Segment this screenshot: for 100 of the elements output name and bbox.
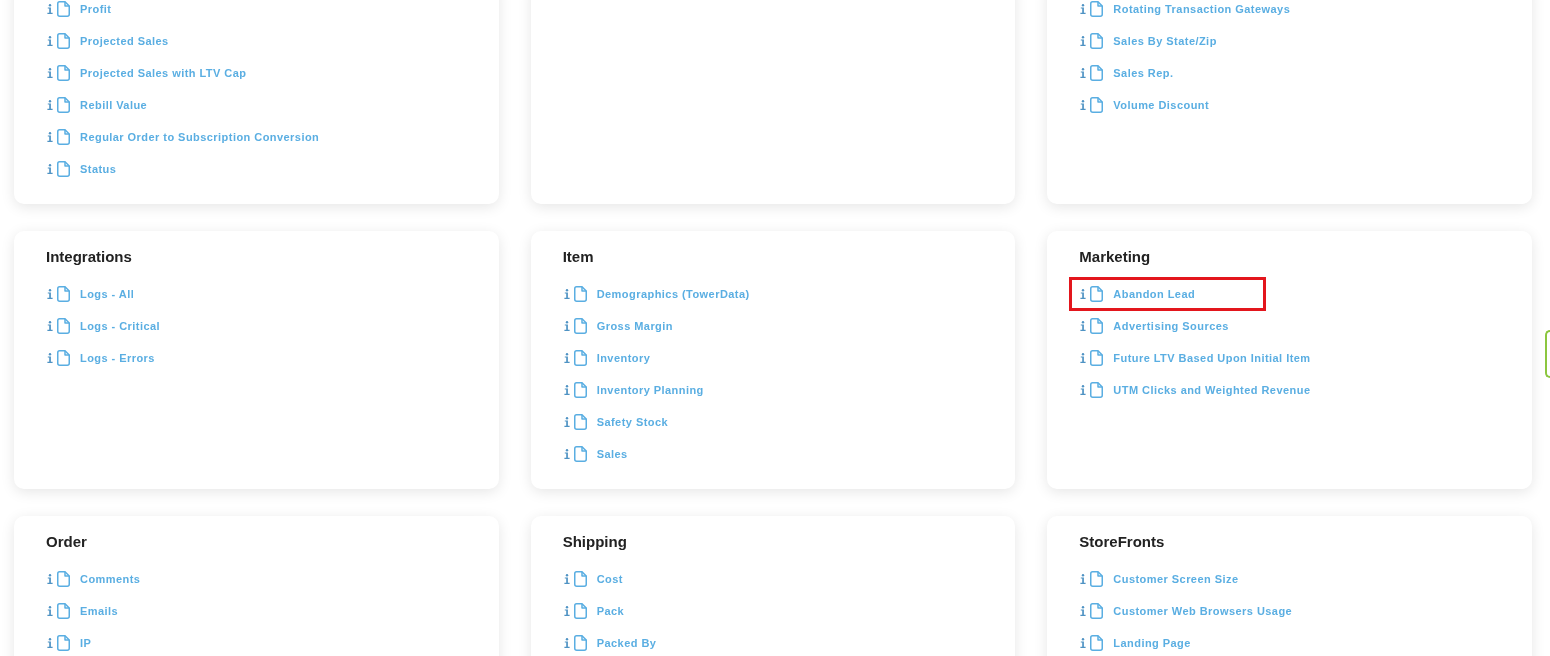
report-link[interactable]: Sales By State/Zip (1113, 33, 1217, 49)
info-icon[interactable] (563, 449, 570, 459)
document-icon (1090, 382, 1104, 398)
info-icon[interactable] (1080, 36, 1087, 46)
category-title: Order (46, 532, 87, 552)
report-link[interactable]: Customer Screen Size (1113, 571, 1239, 587)
document-icon (1090, 635, 1104, 651)
document-icon (57, 350, 70, 366)
document-icon (57, 65, 70, 81)
report-link[interactable]: Rebill Value (80, 97, 148, 113)
document-icon (1090, 350, 1104, 366)
info-icon[interactable] (563, 321, 570, 331)
report-link[interactable]: IP (80, 635, 92, 651)
document-icon (57, 571, 70, 587)
report-link[interactable]: Logs - All (80, 286, 135, 302)
report-link[interactable]: Inventory Planning (596, 382, 704, 398)
info-icon[interactable] (47, 4, 53, 14)
document-icon (57, 129, 70, 145)
info-icon[interactable] (1080, 68, 1087, 78)
info-icon[interactable] (47, 68, 53, 78)
report-link[interactable]: Emails (80, 603, 119, 619)
info-icon[interactable] (47, 164, 53, 174)
document-icon (573, 635, 587, 651)
info-icon[interactable] (47, 321, 53, 331)
report-link[interactable]: Packed By (596, 635, 657, 651)
info-icon[interactable] (563, 606, 570, 616)
info-icon[interactable] (1080, 385, 1087, 395)
info-icon[interactable] (47, 100, 53, 110)
report-link[interactable]: Logs - Errors (80, 350, 155, 366)
info-icon[interactable] (563, 289, 570, 299)
document-icon (1090, 97, 1104, 113)
document-icon (57, 603, 70, 619)
report-link[interactable]: Projected Sales with LTV Cap (80, 65, 247, 81)
info-icon[interactable] (563, 574, 570, 584)
info-icon[interactable] (1080, 638, 1087, 648)
info-icon[interactable] (1080, 353, 1087, 363)
category-title: Shipping (562, 532, 627, 552)
report-link[interactable]: Landing Page (1113, 635, 1191, 651)
report-link[interactable]: Projected Sales (80, 33, 169, 49)
report-link[interactable]: Gross Margin (596, 318, 673, 334)
info-icon[interactable] (563, 417, 570, 427)
category-title: Item (562, 247, 594, 267)
info-icon[interactable] (1080, 100, 1087, 110)
report-link[interactable]: Inventory (596, 350, 651, 366)
document-icon (57, 286, 70, 302)
report-link[interactable]: Demographics (TowerData) (596, 286, 750, 302)
side-tab[interactable] (1545, 330, 1550, 378)
document-icon (57, 97, 70, 113)
report-link[interactable]: Logs - Critical (80, 318, 161, 334)
category-title: Marketing (1079, 247, 1151, 267)
report-link[interactable]: Comments (80, 571, 141, 587)
info-icon[interactable] (1080, 4, 1087, 14)
info-icon[interactable] (47, 606, 53, 616)
document-icon (1090, 65, 1104, 81)
report-link[interactable]: Sales Rep. (1113, 65, 1174, 81)
document-icon (573, 603, 587, 619)
info-icon[interactable] (1080, 606, 1087, 616)
info-icon[interactable] (47, 638, 53, 648)
report-link[interactable]: Pack (596, 603, 625, 619)
category-title: Integrations (46, 247, 132, 267)
info-icon[interactable] (1080, 289, 1087, 299)
document-icon (573, 571, 587, 587)
report-link[interactable]: Safety Stock (596, 414, 669, 430)
document-icon (57, 33, 70, 49)
info-icon[interactable] (47, 132, 53, 142)
report-link[interactable]: Customer Web Browsers Usage (1113, 603, 1293, 619)
document-icon (573, 446, 587, 462)
document-icon (573, 350, 587, 366)
report-link[interactable]: Future LTV Based Upon Initial Item (1113, 350, 1311, 366)
info-icon[interactable] (47, 574, 53, 584)
document-icon (1090, 571, 1104, 587)
document-icon (573, 414, 587, 430)
document-icon (573, 286, 587, 302)
document-icon (57, 318, 70, 334)
document-icon (1090, 318, 1104, 334)
report-link[interactable]: UTM Clicks and Weighted Revenue (1113, 382, 1311, 398)
info-icon[interactable] (563, 385, 570, 395)
info-icon[interactable] (1080, 574, 1087, 584)
document-icon (57, 1, 70, 17)
document-icon (573, 318, 587, 334)
document-icon (1090, 286, 1104, 302)
info-icon[interactable] (47, 36, 53, 46)
info-icon[interactable] (1080, 321, 1087, 331)
report-link[interactable]: Volume Discount (1113, 97, 1210, 113)
report-link[interactable]: Cost (596, 571, 623, 587)
document-icon (57, 635, 70, 651)
info-icon[interactable] (47, 289, 53, 299)
report-link[interactable]: Regular Order to Subscription Conversion (80, 129, 320, 145)
report-link[interactable]: Sales (596, 446, 628, 462)
report-link[interactable]: Abandon Lead (1113, 286, 1196, 302)
info-icon[interactable] (563, 638, 570, 648)
document-icon (573, 382, 587, 398)
info-icon[interactable] (563, 353, 570, 363)
report-link[interactable]: Status (80, 161, 117, 177)
report-link[interactable]: Advertising Sources (1113, 318, 1229, 334)
info-icon[interactable] (47, 353, 53, 363)
document-icon (1090, 1, 1104, 17)
report-link[interactable]: Profit (80, 1, 112, 17)
category-title: StoreFronts (1079, 532, 1165, 552)
report-link[interactable]: Rotating Transaction Gateways (1113, 1, 1291, 17)
